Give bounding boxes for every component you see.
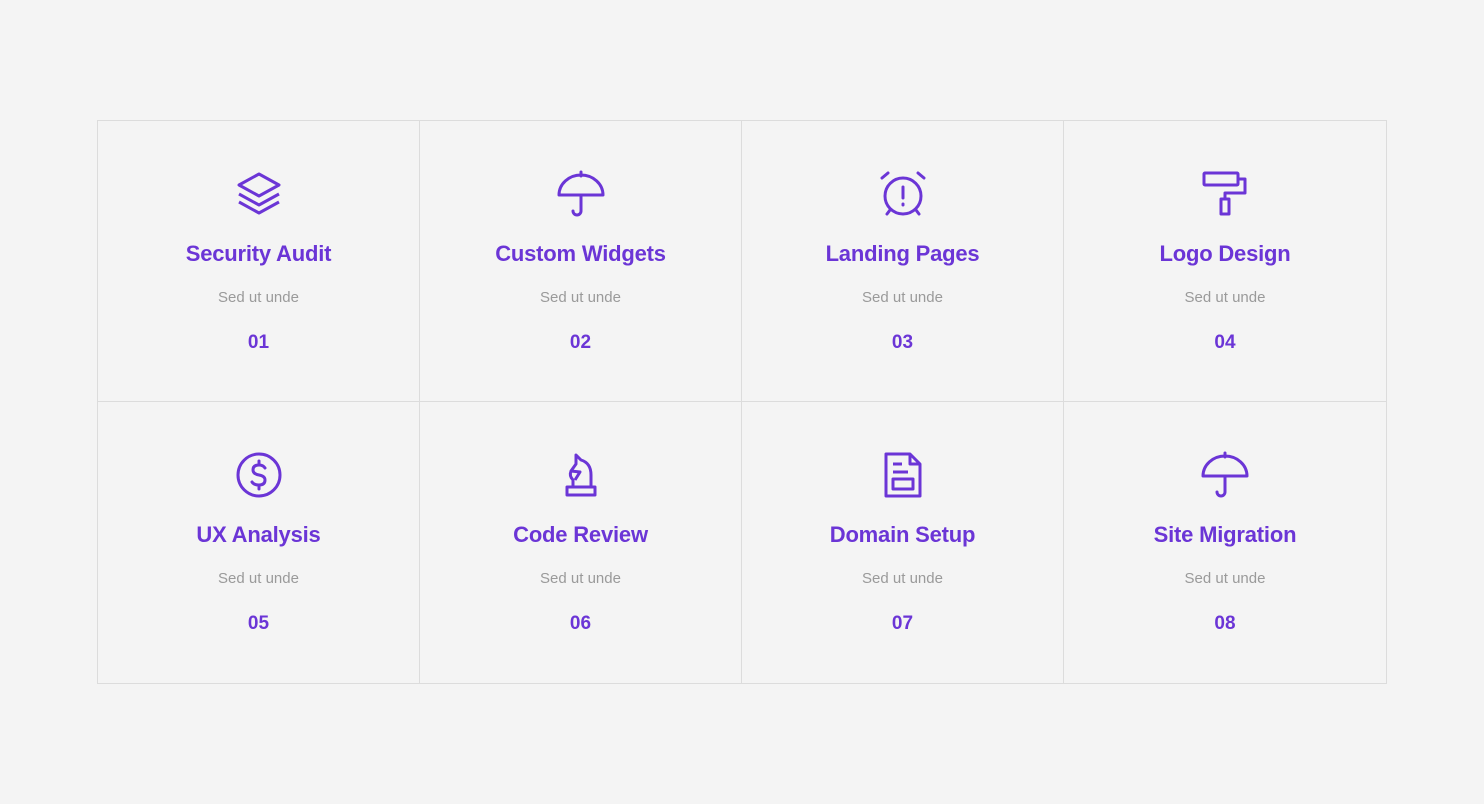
dollar-coin-icon xyxy=(234,450,284,500)
service-title: Logo Design xyxy=(1159,241,1291,266)
services-grid: Security Audit Sed ut unde 01 Custom Wid… xyxy=(97,120,1387,684)
service-number: 02 xyxy=(569,332,592,353)
service-number: 01 xyxy=(247,332,270,353)
service-number: 04 xyxy=(1214,332,1236,353)
service-subtitle: Sed ut unde xyxy=(540,570,621,587)
chess-knight-icon xyxy=(556,450,606,500)
service-number: 06 xyxy=(569,613,592,634)
service-title: Landing Pages xyxy=(825,241,980,266)
umbrella-icon xyxy=(556,169,606,219)
service-title: Custom Widgets xyxy=(495,241,666,266)
service-title: Security Audit xyxy=(185,241,332,266)
service-title: Code Review xyxy=(513,522,648,547)
service-card-security-audit[interactable]: Security Audit Sed ut unde 01 xyxy=(98,121,420,402)
service-subtitle: Sed ut unde xyxy=(1184,570,1266,587)
layers-icon xyxy=(234,169,284,219)
service-subtitle: Sed ut unde xyxy=(862,570,943,587)
service-card-ux-analysis[interactable]: UX Analysis Sed ut unde 05 xyxy=(98,402,420,683)
service-number: 08 xyxy=(1214,613,1236,634)
service-card-site-migration[interactable]: Site Migration Sed ut unde 08 xyxy=(1064,402,1386,683)
service-number: 05 xyxy=(247,613,270,634)
service-card-logo-design[interactable]: Logo Design Sed ut unde 04 xyxy=(1064,121,1386,402)
service-subtitle: Sed ut unde xyxy=(218,289,299,306)
service-card-code-review[interactable]: Code Review Sed ut unde 06 xyxy=(420,402,742,683)
service-subtitle: Sed ut unde xyxy=(862,289,943,306)
service-title: Site Migration xyxy=(1153,522,1297,547)
alarm-clock-icon xyxy=(878,169,928,219)
service-title: Domain Setup xyxy=(829,522,976,547)
service-card-landing-pages[interactable]: Landing Pages Sed ut unde 03 xyxy=(742,121,1064,402)
service-card-custom-widgets[interactable]: Custom Widgets Sed ut unde 02 xyxy=(420,121,742,402)
service-subtitle: Sed ut unde xyxy=(1184,289,1266,306)
umbrella-icon xyxy=(1200,450,1250,500)
paint-roller-icon xyxy=(1200,169,1250,219)
service-subtitle: Sed ut unde xyxy=(218,570,299,587)
document-icon xyxy=(878,450,928,500)
service-number: 07 xyxy=(891,613,914,634)
service-title: UX Analysis xyxy=(196,522,321,547)
service-subtitle: Sed ut unde xyxy=(540,289,621,306)
service-number: 03 xyxy=(891,332,914,353)
service-card-domain-setup[interactable]: Domain Setup Sed ut unde 07 xyxy=(742,402,1064,683)
